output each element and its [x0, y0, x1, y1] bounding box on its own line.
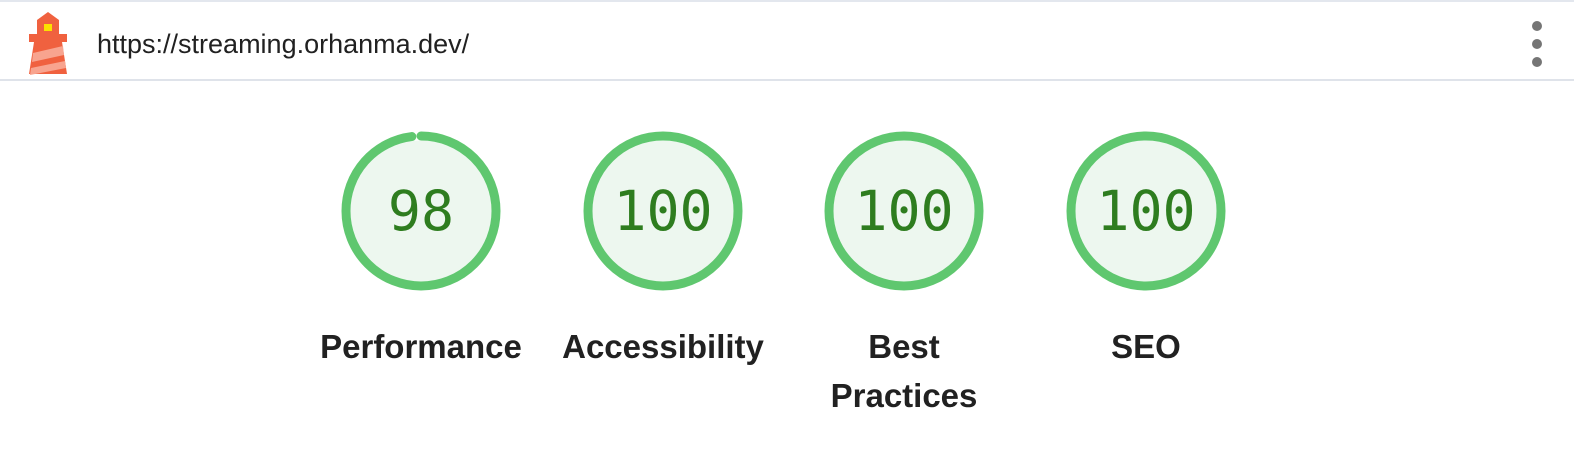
report-topbar: https://streaming.orhanma.dev/	[0, 0, 1574, 81]
report-url[interactable]: https://streaming.orhanma.dev/	[97, 27, 469, 61]
gauge-seo[interactable]: 100 SEO	[1036, 130, 1256, 430]
gauge-label: Performance	[320, 328, 522, 365]
gauge-score: 100	[613, 179, 713, 243]
gauge-best-practices[interactable]: 100 Best Practices	[794, 130, 1014, 430]
lighthouse-icon	[29, 12, 67, 75]
more-vert-icon[interactable]	[1524, 20, 1550, 68]
menu-dot	[1532, 21, 1542, 31]
gauge-score: 100	[854, 179, 954, 243]
gauge-accessibility[interactable]: 100 Accessibility	[553, 130, 773, 430]
gauge-label: Best Practices	[830, 328, 978, 414]
gauge-label: SEO	[1111, 328, 1181, 365]
gauge-score: 100	[1096, 179, 1196, 243]
gauge-score: 98	[387, 179, 455, 243]
menu-dot	[1532, 57, 1542, 67]
gauge-label: Accessibility	[562, 328, 764, 365]
gauge-performance[interactable]: 98 Performance	[311, 130, 531, 430]
menu-dot	[1532, 39, 1542, 49]
